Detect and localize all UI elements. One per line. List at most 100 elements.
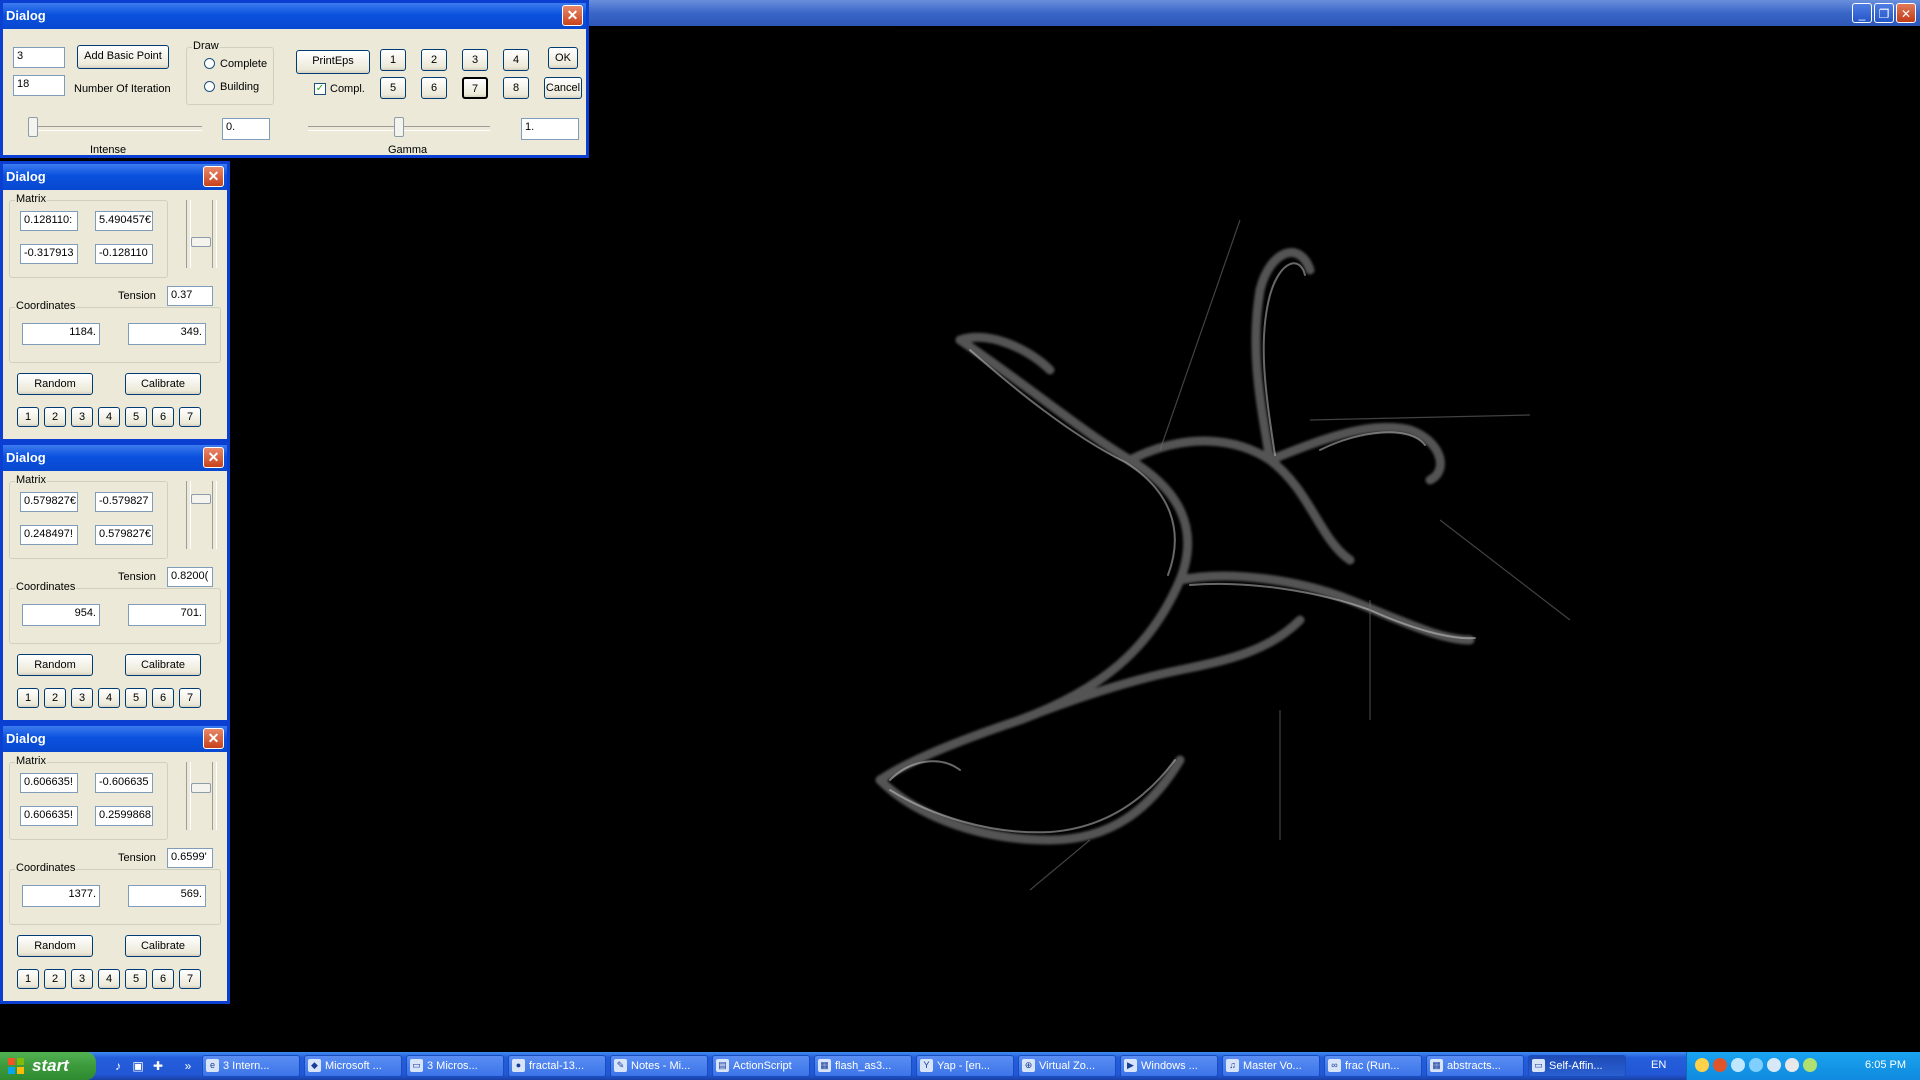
tension-slider-thumb[interactable] [191,783,211,793]
compl-checkbox[interactable]: ✓ [314,83,326,95]
tension-field[interactable]: 0.6599' [167,848,213,868]
random-button[interactable]: Random [17,654,93,676]
skype-icon[interactable] [1731,1058,1745,1072]
building-radio[interactable] [204,81,215,92]
number-button-2[interactable]: 2 [421,49,447,71]
number-button-6[interactable]: 6 [152,969,174,989]
number-button-5[interactable]: 5 [380,77,406,99]
random-button[interactable]: Random [17,935,93,957]
volume-icon[interactable] [1785,1058,1799,1072]
matrix-m22-field[interactable]: 0.579827€ [95,525,153,545]
number-button-2[interactable]: 2 [44,969,66,989]
security-icon[interactable] [1713,1058,1727,1072]
number-button-2[interactable]: 2 [44,407,66,427]
print-eps-button[interactable]: PrintEps [296,50,370,74]
number-button-5[interactable]: 5 [125,688,147,708]
number-button-6[interactable]: 6 [152,688,174,708]
matrix-m22-field[interactable]: 0.2599868 [95,806,153,826]
iterations-field[interactable]: 18 [13,75,65,96]
number-button-3[interactable]: 3 [71,407,93,427]
minimize-button[interactable]: _ [1852,3,1872,23]
number-button-4[interactable]: 4 [503,49,529,71]
matrix-m21-field[interactable]: -0.317913 [20,244,78,264]
tension-field[interactable]: 0.8200( [167,567,213,587]
taskbar-item-2[interactable]: ◆ Microsoft ... [304,1055,402,1077]
app-icon[interactable]: ✚ [150,1058,166,1074]
media-icon[interactable]: ♪ [110,1058,126,1074]
number-button-7[interactable]: 7 [179,969,201,989]
number-button-1[interactable]: 1 [17,969,39,989]
display-icon[interactable] [1767,1058,1781,1072]
taskbar-item-3[interactable]: ▭ 3 Micros... [406,1055,504,1077]
matrix-m12-field[interactable]: -0.579827 [95,492,153,512]
more-icon[interactable]: » [180,1058,196,1074]
tension-slider-track[interactable] [186,200,191,268]
number-button-8[interactable]: 8 [503,77,529,99]
matrix-m11-field[interactable]: 0.579827€ [20,492,78,512]
number-button-1[interactable]: 1 [17,688,39,708]
cancel-button[interactable]: Cancel [544,77,582,99]
taskbar-item-12[interactable]: ∞ frac (Run... [1324,1055,1422,1077]
close-icon[interactable]: ✕ [203,728,224,749]
intense-slider-thumb[interactable] [28,117,38,137]
number-button-4[interactable]: 4 [98,688,120,708]
taskbar-item-4[interactable]: ● fractal-13... [508,1055,606,1077]
language-indicator[interactable]: EN [1651,1059,1666,1071]
matrix-m12-field[interactable]: 5.490457€ [95,211,153,231]
number-button-3[interactable]: 3 [71,688,93,708]
close-icon[interactable]: ✕ [203,447,224,468]
taskbar-item-14[interactable]: ▭ Self-Affin... [1528,1055,1626,1077]
taskbar-item-1[interactable]: e 3 Intern... [202,1055,300,1077]
matrix-m12-field[interactable]: -0.606635 [95,773,153,793]
number-button-3[interactable]: 3 [71,969,93,989]
number-button-3[interactable]: 3 [462,49,488,71]
tension-slider-thumb[interactable] [191,494,211,504]
number-button-5[interactable]: 5 [125,969,147,989]
coordinate-x-field[interactable]: 1184. [22,323,100,345]
calibrate-button[interactable]: Calibrate [125,935,201,957]
update-icon[interactable] [1803,1058,1817,1072]
ok-button[interactable]: OK [548,47,578,69]
matrix-m21-field[interactable]: 0.248497! [20,525,78,545]
matrix-m11-field[interactable]: 0.606635! [20,773,78,793]
taskbar-item-8[interactable]: Y Yap - [en... [916,1055,1014,1077]
number-button-2[interactable]: 2 [44,688,66,708]
number-button-6[interactable]: 6 [152,407,174,427]
intense-slider-track[interactable] [30,126,202,131]
taskbar-item-9[interactable]: ⊕ Virtual Zo... [1018,1055,1116,1077]
complete-radio[interactable] [204,58,215,69]
taskbar-item-6[interactable]: ▤ ActionScript [712,1055,810,1077]
start-button[interactable]: start [0,1052,96,1080]
tension-slider-track[interactable] [186,762,191,830]
coordinate-y-field[interactable]: 349. [128,323,206,345]
gamma-field[interactable]: 1. [521,118,579,140]
number-button-1[interactable]: 1 [380,49,406,71]
number-button-7[interactable]: 7 [179,688,201,708]
bluetooth-icon[interactable] [1749,1058,1763,1072]
tension-field[interactable]: 0.37 [167,286,213,306]
number-button-5[interactable]: 5 [125,407,147,427]
coordinate-y-field[interactable]: 569. [128,885,206,907]
taskbar-item-13[interactable]: ▦ abstracts... [1426,1055,1524,1077]
tension-slider-thumb[interactable] [191,237,211,247]
network-icon[interactable] [1695,1058,1709,1072]
intense-field[interactable]: 0. [222,118,270,140]
taskbar-item-5[interactable]: ✎ Notes - Mi... [610,1055,708,1077]
number-button-4[interactable]: 4 [98,407,120,427]
close-icon[interactable]: ✕ [203,166,224,187]
taskbar-item-11[interactable]: ♫ Master Vo... [1222,1055,1320,1077]
matrix-m11-field[interactable]: 0.128110: [20,211,78,231]
calibrate-button[interactable]: Calibrate [125,373,201,395]
number-button-1[interactable]: 1 [17,407,39,427]
coordinate-y-field[interactable]: 701. [128,604,206,626]
calibrate-button[interactable]: Calibrate [125,654,201,676]
add-basic-point-button[interactable]: Add Basic Point [77,45,169,69]
taskbar-item-10[interactable]: ▶ Windows ... [1120,1055,1218,1077]
desktop-icon[interactable]: ▣ [130,1058,146,1074]
maximize-button[interactable]: ❐ [1874,3,1894,23]
number-button-6[interactable]: 6 [421,77,447,99]
taskbar-item-7[interactable]: ▦ flash_as3... [814,1055,912,1077]
number-button-7[interactable]: 7 [179,407,201,427]
number-button-7[interactable]: 7 [462,77,488,99]
close-icon[interactable]: ✕ [562,5,583,26]
